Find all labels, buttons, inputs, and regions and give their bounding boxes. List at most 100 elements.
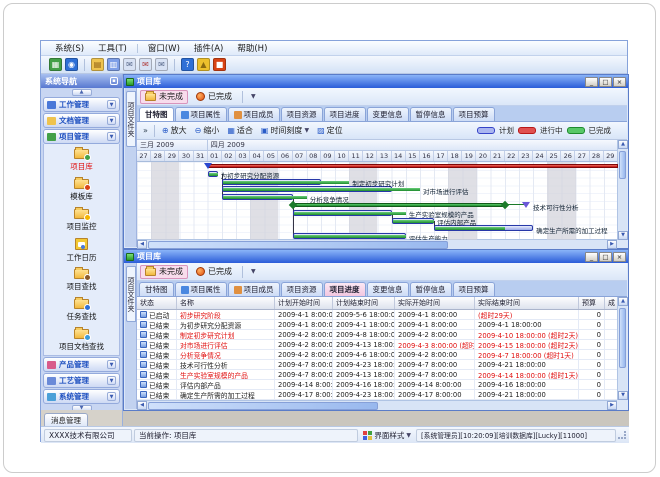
chevron-down-icon[interactable]: ▼ [107, 132, 116, 141]
table-row[interactable]: 已结束为初步研究分配资源2009-4-1 8:00:002009-4-1 18:… [137, 320, 617, 330]
table-row[interactable]: 已结束制定初步研究计划2009-4-2 8:00:002009-4-8 18:0… [137, 330, 617, 340]
mail-new-icon[interactable]: ✉ [123, 58, 136, 71]
tab-gantt[interactable]: 甘特图 [139, 107, 174, 121]
table-row[interactable]: 已结束分析竞争情况2009-4-2 8:00:002009-4-6 18:00:… [137, 350, 617, 360]
mail-receive-icon[interactable]: ✉ [155, 58, 168, 71]
tab-gantt[interactable]: 甘特图 [139, 282, 174, 296]
zoom-out-button[interactable]: ⊖缩小 [192, 124, 223, 138]
menu-item[interactable]: 窗口(W) [142, 41, 186, 55]
locate-button[interactable]: ▨定位 [314, 124, 346, 138]
sidebar-item-project-doc-search[interactable]: 项目文档查找 [44, 325, 119, 355]
menu-item[interactable]: 帮助(H) [231, 41, 273, 55]
scrollbar-thumb[interactable] [148, 402, 378, 410]
stop-icon[interactable]: ■ [213, 58, 226, 71]
unfinished-filter-button[interactable]: 未完成 [140, 265, 188, 279]
scroll-up-arrow[interactable]: ▲ [72, 89, 92, 96]
scrollbar-thumb[interactable] [148, 241, 448, 249]
column-header[interactable]: 实际开始时间 [395, 297, 475, 309]
sidebar-item-task-search[interactable]: 任务查找 [44, 295, 119, 325]
table-vertical-scrollbar[interactable]: ▲ ▼ [617, 297, 627, 400]
gantt-window-titlebar[interactable]: 项目库 _□× [124, 75, 628, 88]
chevron-down-icon[interactable]: ▼ [248, 268, 259, 275]
scroll-left-arrow[interactable]: ◀ [137, 401, 147, 410]
project-folder-side-tab[interactable]: 项目文件夹 [126, 266, 136, 322]
fit-button[interactable]: ▦适合 [224, 124, 256, 138]
column-header[interactable]: 预算 [579, 297, 605, 309]
close-button[interactable]: × [613, 252, 626, 262]
resize-grip[interactable] [618, 431, 626, 439]
tab-project-progress[interactable]: 项目进度 [324, 107, 366, 121]
column-header[interactable]: 名称 [177, 297, 275, 309]
table-row[interactable]: 已启动初步研究阶段2009-4-1 8:00:002009-5-6 18:00:… [137, 310, 617, 320]
finished-filter-button[interactable]: 已完成 [191, 90, 237, 104]
sidebar-item-project-library[interactable]: 项目库 [44, 145, 119, 175]
sidebar-item-project-monitor[interactable]: 项目监控 [44, 205, 119, 235]
minimize-button[interactable]: _ [585, 77, 598, 87]
chevron-down-icon[interactable]: ▼ [107, 392, 116, 401]
table-row[interactable]: 已结束生产实验室规模的产品2009-4-7 8:00:002009-4-13 1… [137, 370, 617, 380]
scroll-down-arrow[interactable]: ▼ [618, 231, 628, 240]
tab-message-management[interactable]: 消息管理 [44, 413, 88, 426]
help-icon[interactable]: ? [181, 58, 194, 71]
chevron-down-icon[interactable]: ▼ [107, 376, 116, 385]
table-row[interactable]: 已结束评估内部产品2009-4-14 8:00:002009-4-16 18:0… [137, 380, 617, 390]
save-project-icon[interactable]: ▥ [107, 58, 120, 71]
maximize-button[interactable]: □ [599, 77, 612, 87]
maximize-button[interactable]: □ [599, 252, 612, 262]
lock-icon[interactable]: ▲ [197, 58, 210, 71]
menu-item[interactable]: 插件(A) [188, 41, 229, 55]
column-header[interactable]: 计划开始时间 [275, 297, 333, 309]
scroll-right-arrow[interactable]: ▶ [607, 401, 617, 410]
chevron-down-icon[interactable]: ▼ [107, 100, 116, 109]
table-row[interactable]: 已结束确定生产所需的加工过程2009-4-17 8:00:002009-4-23… [137, 390, 617, 400]
scrollbar-thumb[interactable] [619, 308, 626, 368]
menu-item[interactable]: 系统(S) [49, 41, 90, 55]
sidebar-section[interactable]: 项目管理▼ [43, 129, 120, 144]
tab-project-properties[interactable]: 项目属性 [175, 107, 227, 121]
gantt-vertical-scrollbar[interactable]: ▲ ▼ [617, 140, 627, 240]
column-header[interactable]: 计划结束时间 [333, 297, 395, 309]
sidebar-section[interactable]: 工作管理▼ [43, 97, 120, 112]
time-scale-button[interactable]: ▣时间刻度▼ [258, 124, 312, 138]
scroll-up-arrow[interactable]: ▲ [618, 297, 628, 306]
tab-project-properties[interactable]: 项目属性 [175, 282, 227, 296]
open-folder-icon[interactable]: ▤ [91, 58, 104, 71]
chevron-down-icon[interactable]: ▼ [107, 116, 116, 125]
finished-filter-button[interactable]: 已完成 [191, 265, 237, 279]
minimize-button[interactable]: _ [585, 252, 598, 262]
tab-project-members[interactable]: 项目成员 [228, 282, 280, 296]
tab-project-members[interactable]: 项目成员 [228, 107, 280, 121]
tab-pause-info[interactable]: 暂停信息 [410, 282, 452, 296]
toolbar-overflow-button[interactable]: » [141, 126, 150, 135]
scroll-right-arrow[interactable]: ▶ [607, 240, 617, 249]
chevron-down-icon[interactable]: ▼ [107, 360, 116, 369]
scroll-up-arrow[interactable]: ▲ [618, 140, 628, 149]
ui-style-button[interactable]: 界面样式 ▼ [360, 430, 414, 441]
zoom-in-button[interactable]: ⊕放大 [159, 124, 190, 138]
scrollbar-thumb[interactable] [619, 151, 626, 179]
table-row[interactable]: 已结束对市场进行评估2009-4-2 8:00:002009-4-13 18:0… [137, 340, 617, 350]
tab-change-info[interactable]: 变更信息 [367, 282, 409, 296]
mail-send-icon[interactable]: ✉ [139, 58, 152, 71]
sidebar-item-work-calendar[interactable]: 工作日历 [44, 235, 119, 265]
column-header[interactable]: 实际结束时间 [475, 297, 579, 309]
column-header[interactable]: 状态 [137, 297, 177, 309]
unfinished-filter-button[interactable]: 未完成 [140, 90, 188, 104]
table-horizontal-scrollbar[interactable]: ◀ ▶ [137, 400, 617, 410]
table-row[interactable]: 已结束技术可行性分析2009-4-7 8:00:002009-4-23 18:0… [137, 360, 617, 370]
sidebar-section[interactable]: 产品管理▼ [43, 357, 120, 372]
computer-icon[interactable]: ▦ [49, 58, 62, 71]
sidebar-item-template-library[interactable]: 模板库 [44, 175, 119, 205]
menu-item[interactable]: 工具(T) [92, 41, 133, 55]
tab-project-budget[interactable]: 项目预算 [453, 282, 495, 296]
gantt-horizontal-scrollbar[interactable]: ◀ ▶ [137, 239, 617, 249]
scroll-down-arrow[interactable]: ▼ [618, 391, 628, 400]
close-button[interactable]: × [613, 77, 626, 87]
scroll-left-arrow[interactable]: ◀ [137, 240, 147, 249]
sidebar-section[interactable]: 工艺管理▼ [43, 373, 120, 388]
project-folder-side-tab[interactable]: 项目文件夹 [126, 91, 136, 147]
sidebar-section[interactable]: 文档管理▼ [43, 113, 120, 128]
tab-project-resources[interactable]: 项目资源 [281, 107, 323, 121]
tab-project-resources[interactable]: 项目资源 [281, 282, 323, 296]
globe-icon[interactable]: ◉ [65, 58, 78, 71]
